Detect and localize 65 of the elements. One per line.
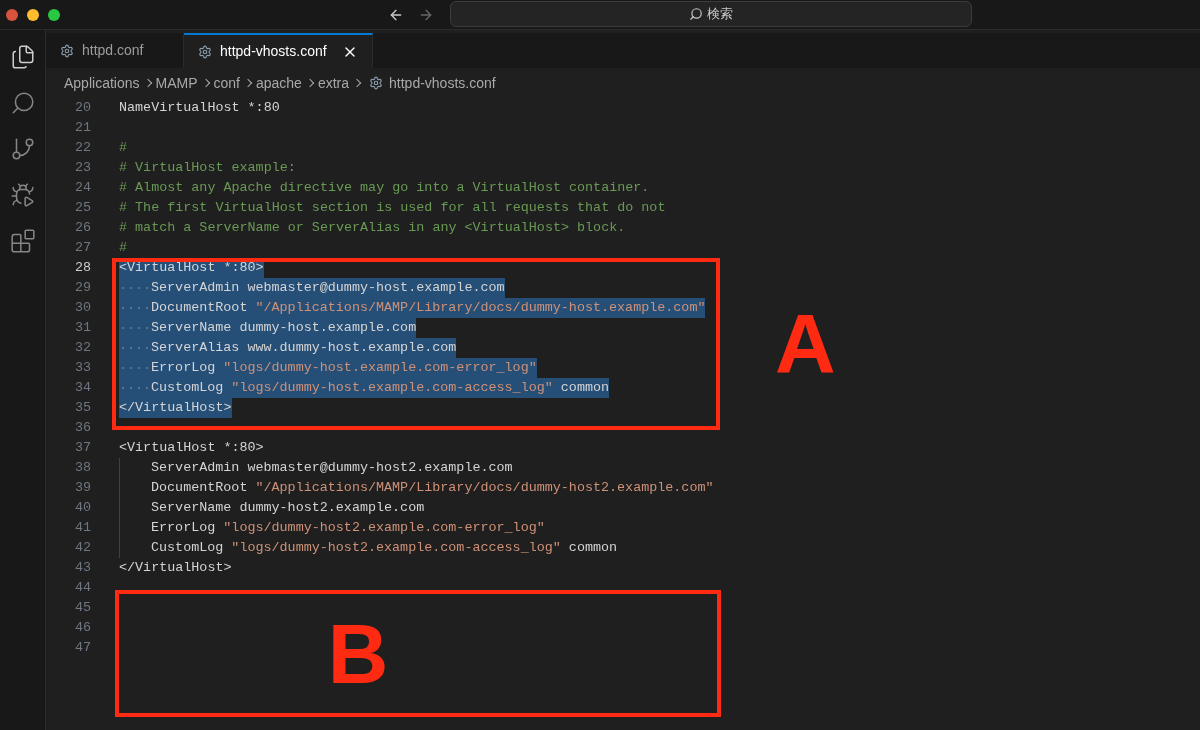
close-window-button[interactable]	[6, 8, 18, 21]
search-field[interactable]: 検索	[450, 1, 972, 27]
code-line: ServerAdmin webmaster@dummy-host2.example.com	[151, 459, 513, 477]
line-number: 35	[73, 399, 91, 417]
line-number: 23	[73, 159, 91, 177]
code-line: #	[119, 239, 128, 257]
line-number: 26	[73, 219, 91, 237]
line-number: 22	[73, 139, 91, 157]
gear-icon	[369, 76, 384, 90]
code-line: ErrorLog "logs/dummy-host2.example.com-error_log"	[151, 519, 545, 537]
code-line: # VirtualHost example:	[119, 159, 296, 177]
code-line: NameVirtualHost *:80	[119, 99, 280, 117]
line-number: 42	[73, 539, 91, 557]
code-line: <VirtualHost *:80>	[119, 439, 264, 457]
line-number: 20	[73, 99, 91, 117]
breadcrumb-item[interactable]: MAMP	[155, 72, 198, 94]
breadcrumb-item[interactable]: conf	[213, 72, 240, 94]
breadcrumb-item[interactable]: apache	[255, 72, 302, 94]
line-number: 33	[73, 359, 91, 377]
line-number: 45	[73, 599, 91, 617]
search-icon	[689, 7, 703, 21]
editor-tab[interactable]: httpd-vhosts.conf	[184, 33, 373, 68]
line-number: 46	[73, 619, 91, 637]
breadcrumb-item[interactable]: extra	[317, 72, 350, 94]
line-number: 21	[73, 119, 91, 137]
annotation-label: B	[327, 611, 389, 696]
extensions-icon[interactable]	[9, 228, 36, 254]
breadcrumb-item[interactable]: httpd-vhosts.conf	[389, 72, 496, 94]
maximize-window-button[interactable]	[48, 8, 60, 21]
back-arrow-icon[interactable]	[388, 7, 404, 23]
line-number: 34	[73, 379, 91, 397]
breadcrumb-item[interactable]: Applications	[64, 72, 140, 94]
line-number: 29	[73, 279, 91, 297]
line-number: 39	[73, 479, 91, 497]
line-number: 25	[73, 199, 91, 217]
line-number: 36	[73, 419, 91, 437]
line-number: 38	[73, 459, 91, 477]
code-line: # match a ServerName or ServerAlias in any <VirtualHost> block.	[119, 219, 626, 237]
line-number: 27	[73, 239, 91, 257]
gear-icon	[198, 44, 212, 59]
minimize-window-button[interactable]	[27, 8, 39, 21]
code-line: #	[119, 139, 128, 157]
line-number: 40	[73, 499, 91, 517]
line-number: 41	[73, 519, 91, 537]
annotation-label: A	[775, 302, 836, 386]
code-line: </VirtualHost>	[119, 559, 232, 577]
line-number: 47	[73, 639, 91, 657]
code-line: DocumentRoot "/Applications/MAMP/Library/docs/dummy-host2.example.com"	[151, 479, 714, 497]
run-debug-icon[interactable]	[9, 182, 36, 208]
line-number: 32	[73, 339, 91, 357]
line-number: 37	[73, 439, 91, 457]
line-number: 24	[73, 179, 91, 197]
line-number: 30	[73, 299, 91, 317]
line-number: 28	[73, 259, 91, 277]
line-number: 31	[73, 319, 91, 337]
code-line: # The first VirtualHost section is used for all requests that do not	[119, 199, 666, 217]
files-icon[interactable]	[9, 44, 36, 70]
code-line: ServerName dummy-host2.example.com	[151, 499, 425, 517]
source-control-icon[interactable]	[9, 136, 36, 162]
code-line: CustomLog "logs/dummy-host2.example.com-access_log" common	[151, 539, 618, 557]
line-number: 44	[73, 579, 91, 597]
code-line: # Almost any Apache directive may go into a VirtualHost container.	[119, 179, 650, 197]
line-number: 43	[73, 559, 91, 577]
forward-arrow-icon[interactable]	[418, 7, 434, 23]
gear-icon	[60, 43, 74, 58]
